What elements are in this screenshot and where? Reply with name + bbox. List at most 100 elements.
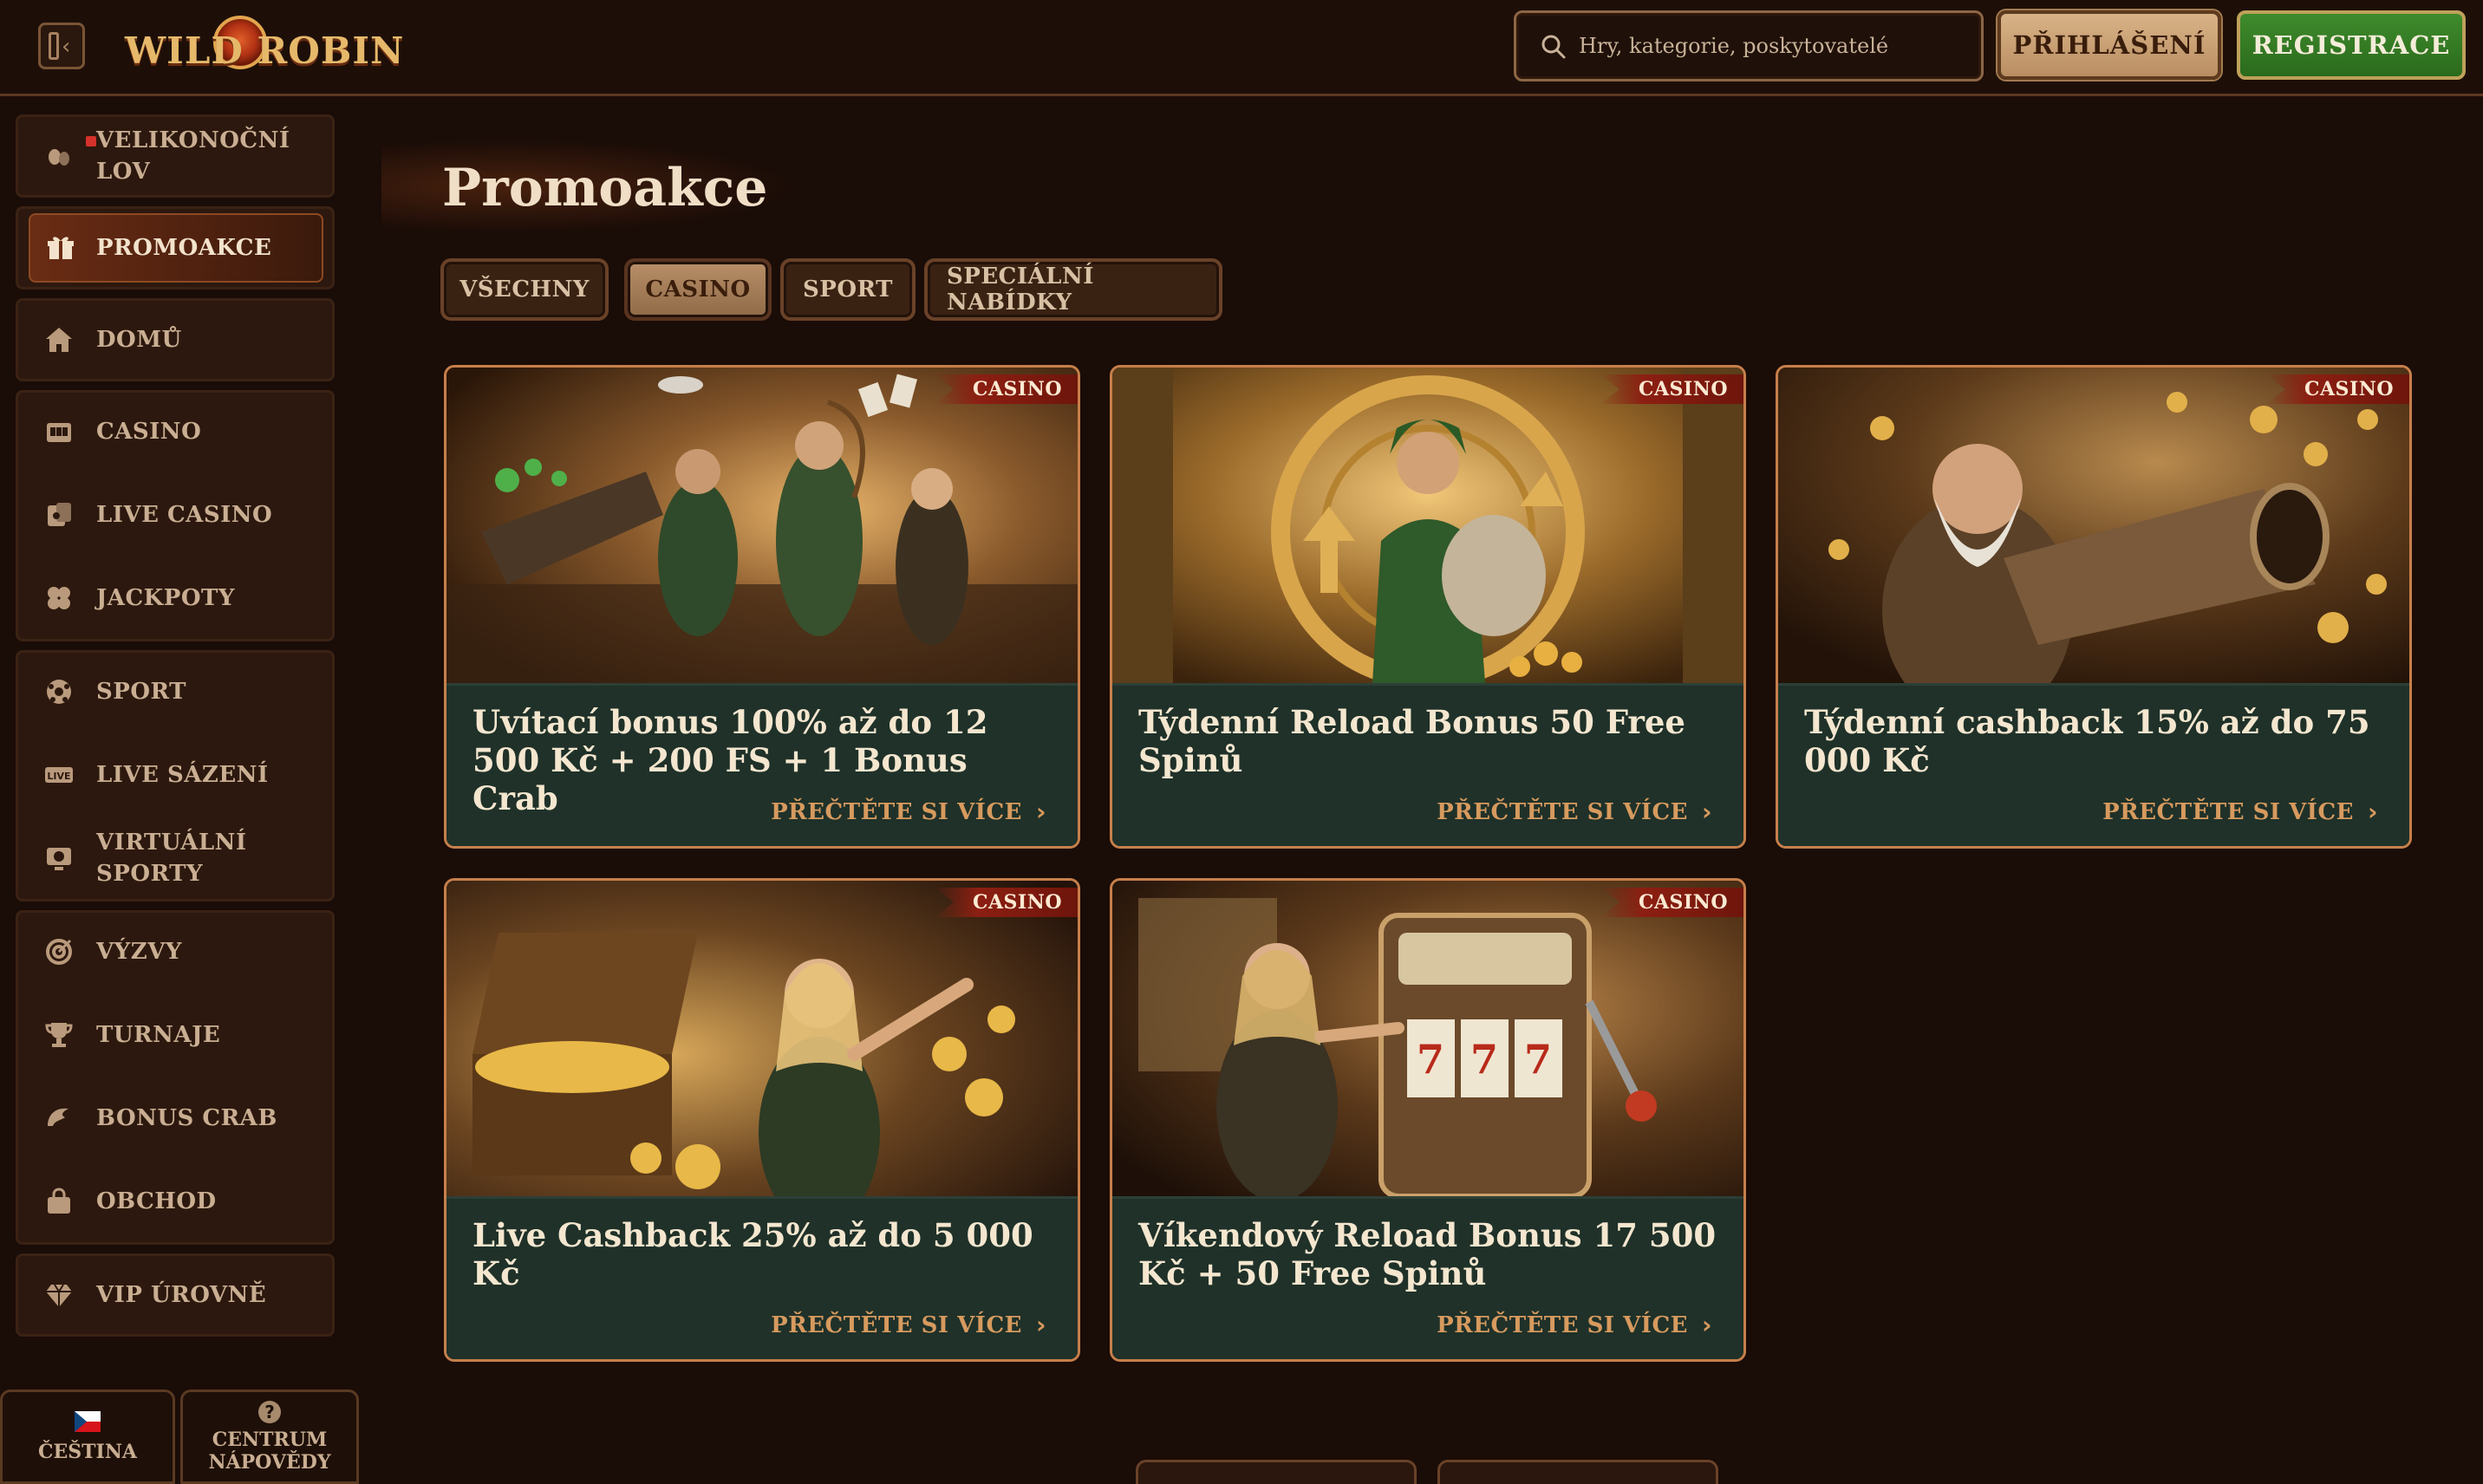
svg-text:LIVE: LIVE [47,771,70,782]
tab-special-offers[interactable]: SPECIÁLNÍ NABÍDKY [924,258,1222,321]
sidebar-item-easter-hunt[interactable]: VELIKONOČNÍ LOV [18,117,332,195]
live-cards-icon [44,500,74,530]
svg-text:7: 7 [1470,1036,1498,1083]
eggs-icon [44,141,74,171]
sidebar-group-sport: SPORT LIVE LIVE SÁZENÍ VIRTUÁLNÍ SPORTY [16,650,335,901]
sidebar-item-label: BONUS CRAB [96,1105,277,1131]
sidebar-group-event: VELIKONOČNÍ LOV [16,114,335,198]
sidebar-item-shop[interactable]: OBCHOD [18,1162,332,1240]
sidebar-item-promotions[interactable]: PROMOAKCE [29,213,323,283]
site-logo[interactable]: WILD ROBIN [125,14,403,83]
svg-text:7: 7 [1524,1036,1552,1083]
crab-claw-icon [44,1103,74,1133]
promo-image-cannon: CASINO [1778,368,2409,683]
sidebar-item-label: DOMŮ [96,327,182,353]
promo-card[interactable]: CASINO Uvítací bonus 100% až do 12 500 K… [444,365,1080,849]
slot-machine-icon [44,417,74,446]
sidebar-item-live-betting[interactable]: LIVE LIVE SÁZENÍ [18,736,332,814]
chevron-left-icon: ‹ [62,34,71,60]
sidebar-item-live-casino[interactable]: LIVE CASINO [18,476,332,554]
read-more-link[interactable]: PŘEČTĚTE SI VÍCE › [1437,1311,1712,1339]
sidebar-item-label: VÝZVY [96,939,182,965]
category-badge: CASINO [934,888,1078,917]
sidebar-group-vip: VIP ÚROVNĚ [16,1253,335,1337]
promo-image-slot-machine: 7 7 7 CASINO [1112,881,1743,1196]
search-icon [1541,35,1566,59]
promo-card[interactable]: CASINO Týdenní Reload Bonus 50 Free Spin… [1110,365,1746,849]
tab-casino[interactable]: CASINO [624,258,772,321]
target-icon [44,937,74,967]
read-more-link[interactable]: PŘEČTĚTE SI VÍCE › [771,1311,1046,1339]
read-more-label: PŘEČTĚTE SI VÍCE [1437,1312,1688,1338]
home-icon [44,325,74,355]
sidebar: VELIKONOČNÍ LOV PROMOAKCE DOMŮ CASINO LI… [0,99,347,1484]
sidebar-group-promo: PROMOAKCE [16,206,335,290]
read-more-link[interactable]: PŘEČTĚTE SI VÍCE › [2102,797,2378,826]
sidebar-item-label: LIVE SÁZENÍ [96,762,269,788]
sidebar-item-vip-levels[interactable]: VIP ÚROVNĚ [18,1256,332,1334]
promo-title: Live Cashback 25% až do 5 000 Kč [472,1216,1033,1292]
promo-title: Týdenní Reload Bonus 50 Free Spinů [1138,703,1685,779]
sidebar-panel-icon [49,32,59,60]
promo-card[interactable]: CASINO Live Cashback 25% až do 5 000 Kč … [444,878,1080,1362]
promo-image-archers: CASINO [446,368,1078,683]
czech-flag-icon [75,1410,101,1432]
sidebar-item-jackpots[interactable]: JACKPOTY [18,559,332,637]
sidebar-item-virtual-sports[interactable]: VIRTUÁLNÍ SPORTY [18,819,332,897]
sidebar-toggle-button[interactable]: ‹ [38,23,85,69]
promo-title: Týdenní cashback 15% až do 75 000 Kč [1804,703,2370,779]
sidebar-group-extras: VÝZVY TURNAJE BONUS CRAB OBCHOD [16,910,335,1245]
promo-card[interactable]: CASINO Týdenní cashback 15% až do 75 000… [1776,365,2412,849]
soccer-ball-icon [44,677,74,706]
sidebar-item-label: VIRTUÁLNÍ SPORTY [96,830,247,887]
search-input[interactable] [1579,29,1960,63]
category-badge: CASINO [1600,888,1743,917]
logo-text: WILD ROBIN [125,29,405,72]
gift-icon [46,233,75,263]
promo-image-treasure: CASINO [446,881,1078,1196]
chevron-right-icon: › [1035,797,1046,826]
bottom-button-right[interactable] [1437,1460,1718,1484]
read-more-link[interactable]: PŘEČTĚTE SI VÍCE › [771,797,1046,826]
sidebar-group-home: DOMŮ [16,298,335,381]
tab-all[interactable]: VŠECHNY [440,258,609,321]
sidebar-item-tournaments[interactable]: TURNAJE [18,996,332,1074]
sidebar-item-label: OBCHOD [96,1188,217,1214]
register-button[interactable]: REGISTRACE [2237,10,2466,80]
login-button[interactable]: PŘIHLÁŠENÍ [1997,10,2221,80]
promo-title: Víkendový Reload Bonus 17 500 Kč + 50 Fr… [1138,1216,1717,1292]
language-button[interactable]: ČEŠTINA [0,1390,175,1484]
chevron-right-icon: › [1701,797,1712,826]
promo-card-body: Live Cashback 25% až do 5 000 Kč PŘEČTĚT… [446,1196,1078,1359]
category-badge: CASINO [934,374,1078,404]
read-more-label: PŘEČTĚTE SI VÍCE [2102,798,2354,825]
promo-card[interactable]: 7 7 7 CASINO Víkendový Reload Bonus 17 5… [1110,878,1746,1362]
sidebar-item-label: LIVE CASINO [96,502,273,528]
promo-card-body: Uvítací bonus 100% až do 12 500 Kč + 200… [446,683,1078,846]
sidebar-item-casino[interactable]: CASINO [18,393,332,471]
tab-sport[interactable]: SPORT [780,258,916,321]
sidebar-item-bonus-crab[interactable]: BONUS CRAB [18,1079,332,1157]
read-more-label: PŘEČTĚTE SI VÍCE [1437,798,1688,825]
virtual-sports-icon [44,843,74,873]
read-more-link[interactable]: PŘEČTĚTE SI VÍCE › [1437,797,1712,826]
help-center-button[interactable]: ? CENTRUM NÁPOVĚDY [180,1390,359,1484]
chevron-right-icon: › [1035,1311,1046,1339]
search-box[interactable] [1514,10,1984,81]
sidebar-item-label: VELIKONOČNÍ LOV [96,127,290,185]
sidebar-item-label: TURNAJE [96,1022,221,1048]
page-title: Promoakce [442,158,768,218]
svg-text:7: 7 [1417,1036,1444,1083]
category-badge: CASINO [2265,374,2409,404]
live-badge-icon: LIVE [44,760,74,790]
sidebar-item-label: VIP ÚROVNĚ [96,1282,267,1308]
sidebar-item-label: CASINO [96,419,202,445]
read-more-label: PŘEČTĚTE SI VÍCE [771,1312,1022,1338]
sidebar-item-challenges[interactable]: VÝZVY [18,913,332,991]
sidebar-item-sport[interactable]: SPORT [18,653,332,731]
sidebar-item-home[interactable]: DOMŮ [18,301,332,379]
category-badge: CASINO [1600,374,1743,404]
bottom-button-left[interactable] [1136,1460,1417,1484]
sidebar-item-label: SPORT [96,679,186,705]
shopping-bag-icon [44,1187,74,1216]
